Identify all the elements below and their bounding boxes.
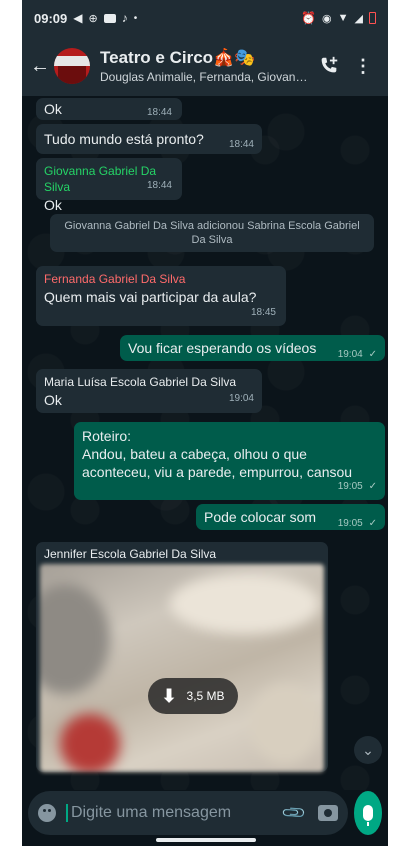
message-input[interactable] [66,804,278,822]
message-bubble[interactable]: Pode colocar som 19:05 ✓ [196,504,385,530]
group-members: Douglas Animalie, Fernanda, Giovanna , .… [100,70,312,84]
microphone-icon [362,805,373,826]
emoji-icon[interactable] [38,804,56,822]
message-text: Ok [44,392,62,408]
group-avatar[interactable] [54,48,90,84]
add-call-button[interactable] [312,49,346,83]
message-meta: 19:04 ✓ [338,343,377,364]
wifi-icon: ▼ [337,12,349,24]
voicemail-icon: ⊕ [88,12,98,25]
voice-record-button[interactable] [353,791,382,835]
dot-icon: • [133,12,138,24]
chat-header[interactable]: ← Teatro e Circo🎪🎭 Douglas Animalie, Fer… [22,36,388,96]
sender-name[interactable]: Fernanda Gabriel Da Silva [44,271,278,287]
message-time: 19:04 [228,393,254,404]
scroll-to-bottom-button[interactable]: ⌄ [354,736,382,764]
message-bubble[interactable]: Maria Luísa Escola Gabriel Da Silva Ok 1… [36,369,262,413]
message-text: Vou ficar esperando os vídeos [128,340,317,356]
status-bar: 09:09 ◀ ⊕ ♪ • ⏰ ◉ ▼ ◢ [22,0,388,36]
message-meta: 19:05 ✓ [338,512,377,533]
download-size: 3,5 MB [186,689,225,703]
signal-h-icon: ◢ [354,12,363,25]
alarm-icon: ⏰ [301,11,317,25]
more-options-button[interactable]: ⋮ [346,49,380,83]
send-icon: ◀ [73,11,83,25]
message-time: 19:04 [337,349,363,360]
message-bubble[interactable]: Fernanda Gabriel Da Silva Quem mais vai … [36,266,286,326]
phone-screen: 09:09 ◀ ⊕ ♪ • ⏰ ◉ ▼ ◢ ← Teatro e Circo🎪🎭… [22,0,388,846]
notification-icons: ◀ ⊕ ♪ • [73,11,137,25]
system-notice: Giovanna Gabriel Da Silva adicionou Sabr… [50,214,374,252]
blurred-image-thumbnail[interactable] [40,564,324,772]
double-chevron-down-icon: ⌄ [362,741,374,758]
sent-tick-icon: ✓ [368,518,377,529]
message-text: Quem mais vai participar da aula? [44,289,257,305]
back-arrow-icon[interactable]: ← [30,55,50,78]
media-message[interactable]: Jennifer Escola Gabriel Da Silva ⬇ 3,5 M… [36,542,328,772]
tv-icon [103,13,116,23]
message-text: Ok [44,197,62,213]
battery-low-icon [369,12,376,24]
home-gesture-handle[interactable] [156,838,256,842]
tiktok-icon: ♪ [121,11,128,25]
phone-plus-icon [321,56,338,73]
message-time: 18:44 [146,107,172,118]
message-bubble[interactable]: Roteiro: Andou, bateu a cabeça, olhou o … [74,422,385,500]
message-text: Roteiro: Andou, bateu a cabeça, olhou o … [82,428,353,480]
message-bubble[interactable]: Tudo mundo está pronto? 18:44 [36,124,262,154]
download-arrow-icon: ⬇ [161,685,177,706]
group-info[interactable]: Teatro e Circo🎪🎭 Douglas Animalie, Ferna… [100,48,312,84]
message-time: 18:45 [250,307,276,318]
status-time: 09:09 [34,10,68,26]
vibrate-icon: ◉ [322,12,332,25]
sender-name[interactable]: Maria Luísa Escola Gabriel Da Silva [44,374,254,390]
paperclip-icon[interactable]: 📎 [280,799,308,827]
message-time: 19:05 [337,518,363,529]
system-icons: ⏰ ◉ ▼ ◢ [301,11,376,25]
message-text: Ok [44,101,62,117]
sender-name[interactable]: Jennifer Escola Gabriel Da Silva [40,546,324,562]
system-nav-bar [22,836,388,846]
message-time: 18:44 [146,180,172,191]
sent-tick-icon: ✓ [368,481,377,492]
download-button[interactable]: ⬇ 3,5 MB [148,678,238,714]
kebab-menu-icon: ⋮ [354,55,372,76]
message-input-container[interactable]: 📎 [28,791,348,835]
message-text: Tudo mundo está pronto? [44,131,204,147]
message-time: 18:44 [228,139,254,150]
camera-icon[interactable] [317,805,338,821]
compose-bar: 📎 [28,790,382,836]
message-bubble[interactable]: Ok 18:44 [36,98,182,120]
message-meta: 19:05 ✓ [338,475,377,496]
message-time: 19:05 [337,481,363,492]
message-bubble[interactable]: Vou ficar esperando os vídeos 19:04 ✓ [120,335,385,361]
message-bubble[interactable]: Giovanna Gabriel Da Silva Ok 18:44 [36,158,182,213]
message-text: Pode colocar som [204,509,317,525]
message-list[interactable]: Ok 18:44 Tudo mundo está pronto? 18:44 G… [22,96,388,790]
sent-tick-icon: ✓ [368,349,377,360]
group-title: Teatro e Circo🎪🎭 [100,48,256,67]
